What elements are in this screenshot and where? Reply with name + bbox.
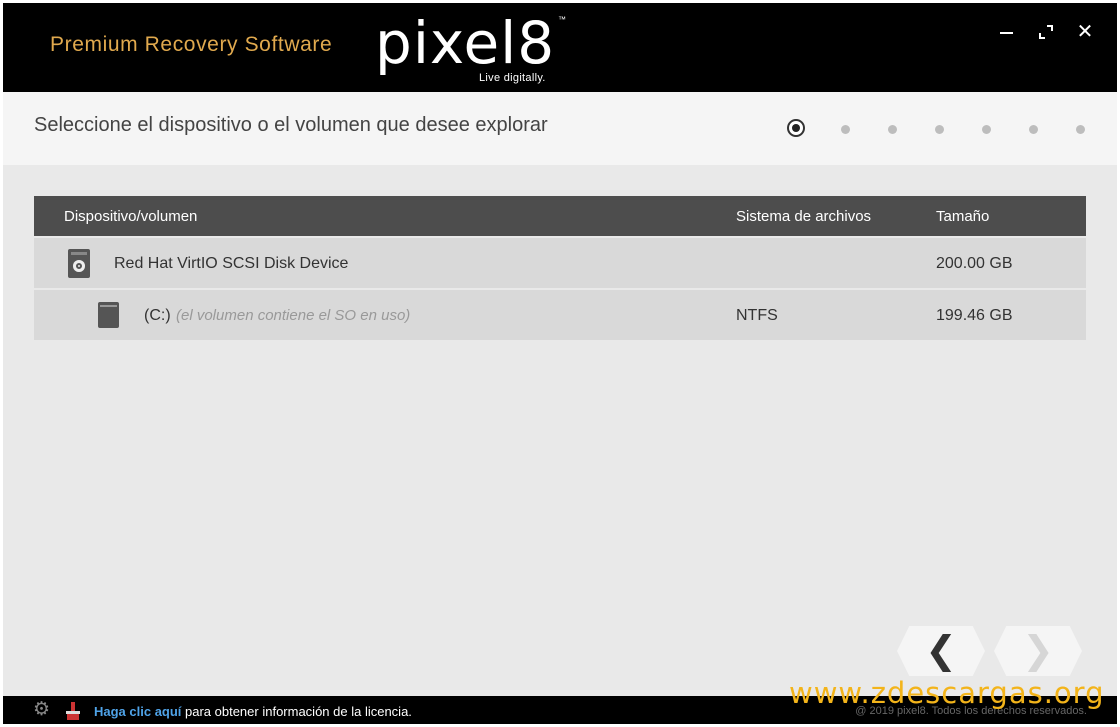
- app-window: Premium Recovery Software pixel8 ™ Live …: [3, 3, 1117, 724]
- title-strip: Seleccione el dispositivo o el volumen q…: [3, 92, 1117, 165]
- volume-fs: NTFS: [736, 307, 778, 324]
- copyright: @ 2019 pixel8. Todos los derechos reserv…: [855, 705, 1087, 717]
- back-button[interactable]: ❮: [897, 626, 985, 676]
- license-text: para obtener información de la licencia.: [185, 704, 412, 719]
- step-dot: [982, 125, 991, 134]
- logo-subtitle: Live digitally.: [479, 72, 546, 84]
- col-device[interactable]: Dispositivo/volumen: [64, 208, 197, 225]
- close-icon[interactable]: ✕: [1073, 20, 1097, 44]
- license-icon[interactable]: [65, 702, 81, 720]
- device-size: 200.00 GB: [936, 255, 1013, 272]
- pixel8-logo: pixel8 ™ Live digitally.: [375, 9, 575, 87]
- maximize-icon[interactable]: [1034, 20, 1058, 44]
- table-row-volume[interactable]: (C:) (el volumen contiene el SO en uso) …: [34, 290, 1086, 340]
- volume-note: (el volumen contiene el SO en uso): [176, 307, 411, 324]
- gear-icon[interactable]: ⚙: [33, 700, 53, 720]
- volume-icon: [98, 302, 119, 328]
- step-dot: [888, 125, 897, 134]
- device-table: Dispositivo/volumen Sistema de archivos …: [34, 196, 1086, 340]
- disk-icon: [68, 249, 90, 278]
- step-indicator: [787, 119, 1097, 139]
- page-title: Seleccione el dispositivo o el volumen q…: [34, 114, 548, 136]
- col-size[interactable]: Tamaño: [936, 208, 989, 225]
- volume-name: (C:): [144, 307, 171, 324]
- device-name: Red Hat VirtIO SCSI Disk Device: [114, 255, 349, 272]
- table-header: Dispositivo/volumen Sistema de archivos …: [34, 196, 1086, 236]
- tagline: Premium Recovery Software: [50, 33, 333, 56]
- logo-trademark: ™: [558, 15, 566, 24]
- minimize-icon[interactable]: [995, 20, 1019, 44]
- next-button[interactable]: ❯: [994, 626, 1082, 676]
- col-filesystem[interactable]: Sistema de archivos: [736, 208, 871, 225]
- logo-word: pixel8: [375, 9, 556, 77]
- header-bar: Premium Recovery Software pixel8 ™ Live …: [3, 3, 1117, 92]
- step-dot-active: [787, 119, 805, 137]
- step-dot: [841, 125, 850, 134]
- step-dot: [1029, 125, 1038, 134]
- volume-size: 199.46 GB: [936, 307, 1013, 324]
- footer-bar: ⚙ Haga clic aquí para obtener informació…: [3, 696, 1117, 724]
- step-dot: [935, 125, 944, 134]
- step-dot: [1076, 125, 1085, 134]
- license-link[interactable]: Haga clic aquí: [94, 704, 181, 719]
- table-row-disk[interactable]: Red Hat VirtIO SCSI Disk Device 200.00 G…: [34, 238, 1086, 288]
